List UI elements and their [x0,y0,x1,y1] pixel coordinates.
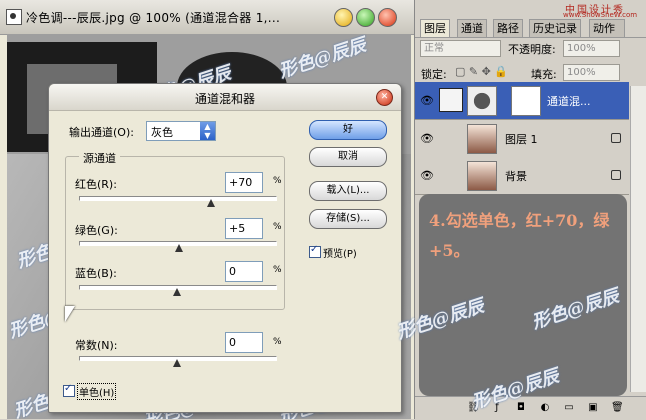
red-percent: % [273,176,282,186]
tab-channels[interactable]: 通道 [457,19,487,37]
layer-thumbnail [467,124,497,154]
red-input[interactable]: +70 [225,172,263,193]
preview-label: 预览(P) [323,249,357,260]
adjustment-icon [439,88,463,112]
layer-name: 通道混... [547,95,591,108]
tab-actions[interactable]: 动作 [589,19,625,37]
monochrome-label: 单色(H) [77,383,117,400]
preview-checkbox[interactable] [309,244,321,258]
site-url: www.ShowSheW.com [563,11,638,19]
adjustment-thumbnail [467,86,497,116]
constant-value: 0 [229,336,236,349]
blue-label: 蓝色(B): [75,267,117,280]
green-label: 绿色(G): [75,224,118,237]
layer-thumbnail [467,161,497,191]
panel-footer: ⛓ ƒ ◘ ◐ ▭ ▣ 🗑 [415,396,646,420]
green-percent: % [273,222,282,232]
load-button[interactable]: 载入(L)... [309,181,387,201]
red-value: +70 [229,176,253,189]
fill-label: 填充: [531,68,557,81]
blue-slider-thumb[interactable] [173,288,181,296]
blue-percent: % [273,265,282,275]
mask-icon[interactable]: ◘ [515,402,527,414]
output-channel-value: 灰色 [151,126,173,139]
red-slider[interactable] [79,196,277,201]
cancel-button[interactable]: 取消 [309,147,387,167]
blue-value: 0 [229,265,236,278]
watermark: 形色@辰辰 [276,34,369,83]
source-channels-legend: 源通道 [79,150,120,166]
layer-mask-thumbnail [511,86,541,116]
green-value: +5 [229,222,246,235]
blue-input[interactable]: 0 [225,261,263,282]
layer-row-layer1[interactable]: 👁 图层 1 [415,120,629,158]
minimize-button[interactable] [334,8,353,27]
tab-layers[interactable]: 图层 [420,19,450,37]
lock-icons[interactable]: ▢ ✎ ✥ 🔒 [455,65,508,78]
tutorial-note-text: 4.勾选单色，红+70，绿+5。 [429,211,610,260]
eye-icon[interactable]: 👁 [420,132,434,145]
lock-icon [611,170,621,180]
opacity-label: 不透明度: [508,43,556,56]
green-input[interactable]: +5 [225,218,263,239]
monochrome-checkbox[interactable] [63,383,75,397]
select-arrows-icon: ▲ ▼ [200,122,215,140]
layers-scrollbar[interactable] [630,86,646,392]
new-layer-icon[interactable]: ▣ [587,402,599,414]
layer-name: 背景 [505,170,527,183]
layer-list: 👁 通道混... 👁 图层 1 👁 背景 [415,82,629,195]
ok-button[interactable]: 好 [309,120,387,140]
trash-icon[interactable]: 🗑 [611,402,624,414]
constant-percent: % [273,337,282,347]
fill-input[interactable]: 100% [563,64,620,81]
constant-input[interactable]: 0 [225,332,263,353]
constant-slider-thumb[interactable] [173,359,181,367]
tab-history[interactable]: 历史记录 [529,19,581,37]
document-icon [6,9,22,25]
blend-mode-select[interactable]: 正常 [420,40,501,57]
red-label: 红色(R): [75,178,117,191]
dialog-title-bar[interactable]: 通道混和器 ✕ [49,84,401,111]
lock-label: 锁定: [421,68,447,81]
lock-icon [611,133,621,143]
tab-paths[interactable]: 路径 [493,19,523,37]
save-button[interactable]: 存储(S)... [309,209,387,229]
dialog-close-icon[interactable]: ✕ [376,89,393,106]
document-title-bar[interactable]: 冷色调---辰辰.jpg @ 100% (通道混合器 1,... [0,0,414,35]
output-channel-select[interactable]: 灰色 ▲ ▼ [146,121,216,141]
layer-row-channel-mixer[interactable]: 👁 通道混... [415,82,629,120]
folder-icon[interactable]: ▭ [563,402,575,414]
constant-label: 常数(N): [75,339,118,352]
eye-icon[interactable]: 👁 [420,169,434,182]
output-channel-label: 输出通道(O): [69,126,134,139]
adjustment-layer-icon[interactable]: ◐ [539,402,551,414]
green-slider-thumb[interactable] [175,244,184,252]
panel-tabs: 图层 通道 路径 历史记录 动作 [415,17,646,38]
opacity-input[interactable]: 100% [563,40,620,57]
dialog-title: 通道混和器 [194,92,255,106]
close-button[interactable] [378,8,397,27]
mouse-cursor-icon [65,306,75,322]
document-title: 冷色调---辰辰.jpg @ 100% (通道混合器 1,... [26,11,281,25]
eye-icon[interactable]: 👁 [420,94,434,107]
red-slider-thumb[interactable] [207,199,216,207]
layer-name: 图层 1 [505,133,538,146]
layer-row-background[interactable]: 👁 背景 [415,157,629,195]
maximize-button[interactable] [356,8,375,27]
channel-mixer-dialog: 通道混和器 ✕ 输出通道(O): 灰色 ▲ ▼ 源通道 红色(R): +70 % … [48,83,402,413]
